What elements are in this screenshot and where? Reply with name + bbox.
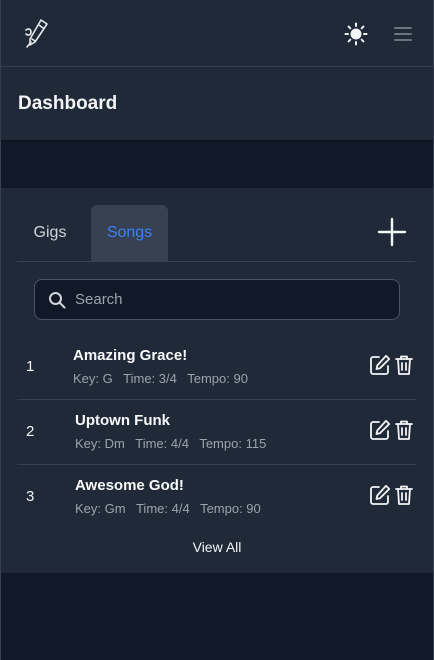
tab-gigs[interactable]: Gigs — [17, 205, 83, 261]
app-logo-icon[interactable] — [23, 18, 49, 50]
page-title: Dashboard — [18, 93, 118, 114]
song-key: Key: Gm — [75, 501, 126, 516]
edit-icon[interactable] — [369, 419, 391, 441]
song-key: Key: G — [73, 371, 113, 386]
song-title: Awesome God! — [75, 477, 184, 494]
song-title: Uptown Funk — [75, 412, 170, 429]
songs-card: Gigs Songs 1 Amazing Grace! Key: G Time:… — [1, 188, 433, 573]
search-icon — [49, 292, 66, 309]
top-navbar — [1, 0, 433, 67]
song-number: 1 — [26, 358, 35, 375]
song-meta: Key: Gm Time: 4/4 Tempo: 90 — [75, 501, 268, 516]
view-all-link[interactable]: View All — [1, 539, 433, 555]
song-tempo: Tempo: 115 — [199, 436, 267, 451]
song-title: Amazing Grace! — [73, 347, 188, 364]
trash-icon[interactable] — [394, 354, 414, 376]
search-input[interactable] — [75, 280, 385, 319]
edit-icon[interactable] — [369, 354, 391, 376]
sun-icon[interactable] — [344, 22, 368, 46]
song-time: Time: 3/4 — [123, 371, 177, 386]
song-meta: Key: Dm Time: 4/4 Tempo: 115 — [75, 436, 273, 451]
song-time: Time: 4/4 — [135, 436, 189, 451]
trash-icon[interactable] — [394, 484, 414, 506]
page-header: Dashboard — [1, 67, 433, 140]
edit-icon[interactable] — [369, 484, 391, 506]
tab-bar: Gigs Songs — [17, 205, 415, 262]
hamburger-menu-icon[interactable] — [393, 24, 413, 44]
song-time: Time: 4/4 — [135, 501, 190, 516]
song-key: Key: Dm — [75, 436, 125, 451]
tab-songs[interactable]: Songs — [91, 205, 168, 261]
song-row[interactable]: 3 Awesome God! Key: Gm Time: 4/4 Tempo: … — [17, 465, 416, 530]
song-number: 3 — [26, 488, 35, 505]
search-box — [34, 279, 400, 320]
song-tempo: Tempo: 90 — [187, 371, 248, 386]
add-song-button[interactable] — [377, 217, 407, 247]
trash-icon[interactable] — [394, 419, 414, 441]
song-row[interactable]: 2 Uptown Funk Key: Dm Time: 4/4 Tempo: 1… — [17, 400, 416, 465]
song-tempo: Tempo: 90 — [200, 501, 261, 516]
song-meta: Key: G Time: 3/4 Tempo: 90 — [73, 371, 255, 386]
song-number: 2 — [26, 423, 35, 440]
song-row[interactable]: 1 Amazing Grace! Key: G Time: 3/4 Tempo:… — [17, 335, 416, 400]
